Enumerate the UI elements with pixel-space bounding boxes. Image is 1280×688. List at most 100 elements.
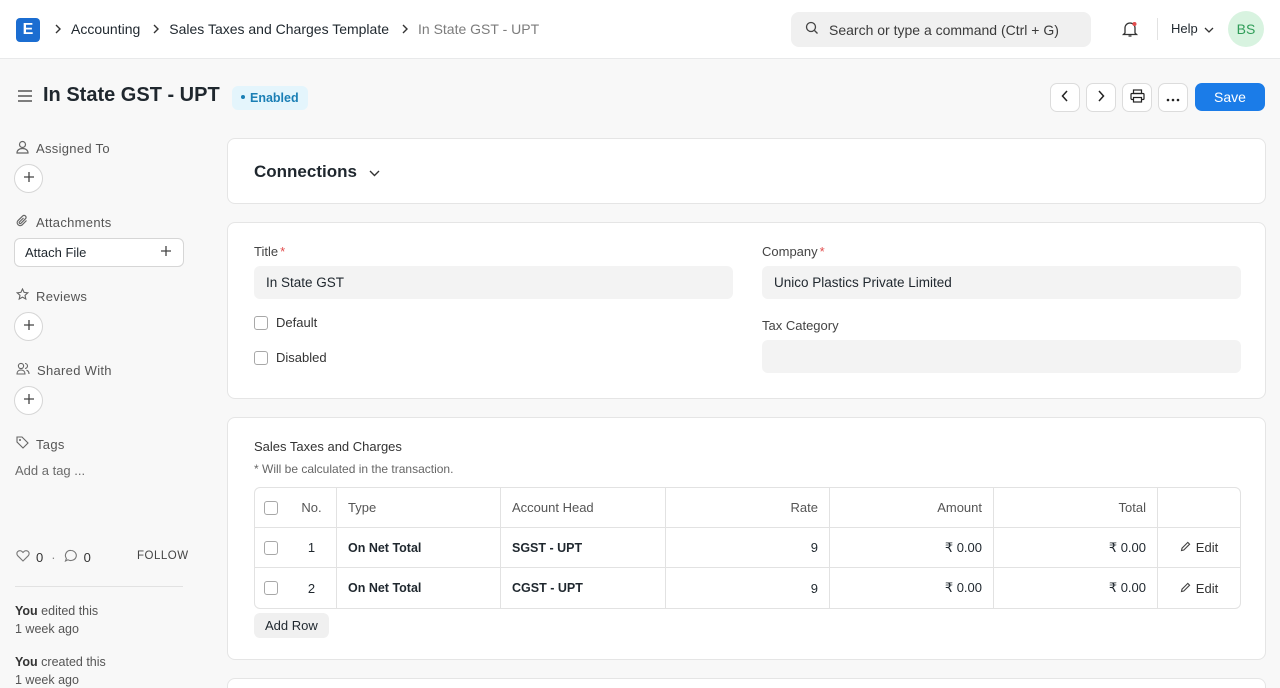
breadcrumb-accounting[interactable]: Accounting <box>71 21 140 37</box>
separator-dot: · <box>51 549 56 565</box>
comments-count: 0 <box>83 549 91 565</box>
taxes-card: Sales Taxes and Charges * Will be calcul… <box>227 417 1266 660</box>
table-header-row: No. Type Account Head Rate Amount Total <box>255 488 1240 528</box>
search-placeholder: Search or type a command (Ctrl + G) <box>829 21 1059 38</box>
printer-icon <box>1129 89 1145 106</box>
disabled-checkbox-box[interactable] <box>254 350 268 365</box>
add-review-button[interactable] <box>14 312 43 341</box>
search-icon <box>805 21 819 38</box>
notification-bell-icon[interactable] <box>1121 20 1139 41</box>
chevron-right-icon <box>54 24 62 34</box>
avatar[interactable]: BS <box>1228 11 1264 47</box>
save-button[interactable]: Save <box>1195 83 1265 111</box>
navbar: E Accounting Sales Taxes and Charges Tem… <box>0 0 1280 59</box>
title-field[interactable]: In State GST <box>254 266 733 299</box>
row-account-head[interactable]: SGST - UPT <box>501 528 666 567</box>
chevron-down-icon <box>1198 21 1214 36</box>
table-row[interactable]: 2 On Net Total CGST - UPT 9 ₹ 0.00 ₹ 0.0… <box>255 568 1240 608</box>
pencil-icon <box>1180 581 1196 596</box>
activity-user: You <box>15 655 38 669</box>
app-logo[interactable]: E <box>16 18 40 42</box>
more-actions-button[interactable] <box>1158 83 1188 112</box>
company-field[interactable]: Unico Plastics Private Limited <box>762 266 1241 299</box>
attach-file-label: Attach File <box>25 245 87 260</box>
details-card: Title * In State GST Default Disabled Com… <box>227 222 1266 399</box>
row-no: 1 <box>287 528 337 567</box>
row-edit-label: Edit <box>1195 540 1219 555</box>
attach-file-button[interactable]: Attach File <box>14 238 184 267</box>
row-amount[interactable]: ₹ 0.00 <box>830 568 994 608</box>
search-input[interactable]: Search or type a command (Ctrl + G) <box>791 12 1091 47</box>
chevron-right-icon <box>401 24 409 34</box>
disabled-checkbox[interactable]: Disabled <box>254 350 327 365</box>
title-field-label: Title * <box>254 244 286 259</box>
activity-user: You <box>15 604 38 618</box>
connections-title: Connections <box>254 162 357 181</box>
status-badge: Enabled <box>232 86 308 110</box>
row-rate[interactable]: 9 <box>666 528 830 567</box>
add-row-button[interactable]: Add Row <box>254 613 329 638</box>
chevron-right-icon <box>1097 90 1105 105</box>
help-dropdown[interactable]: Help <box>1171 21 1214 36</box>
row-edit-button[interactable]: Edit <box>1180 581 1218 596</box>
print-button[interactable] <box>1122 83 1152 112</box>
heart-icon[interactable] <box>16 549 30 565</box>
row-checkbox[interactable] <box>264 540 278 555</box>
breadcrumb-template-list[interactable]: Sales Taxes and Charges Template <box>169 21 389 37</box>
row-select-cell <box>255 528 287 567</box>
tax-category-label: Tax Category <box>762 318 839 333</box>
connections-toggle[interactable]: Connections <box>254 162 380 182</box>
add-share-button[interactable] <box>14 386 43 415</box>
company-field-label: Company * <box>762 244 825 259</box>
row-total[interactable]: ₹ 0.00 <box>994 568 1158 608</box>
row-type[interactable]: On Net Total <box>337 528 501 567</box>
row-edit-label: Edit <box>1195 580 1219 596</box>
row-select-cell <box>255 568 287 608</box>
attachments-section: Attachments <box>16 214 112 231</box>
select-all-checkbox[interactable] <box>264 500 278 515</box>
tag-icon <box>16 436 36 452</box>
activity-action: created this <box>41 655 106 669</box>
taxes-table-title: Sales Taxes and Charges <box>254 439 402 454</box>
activity-time: 1 week ago <box>15 622 79 636</box>
next-record-button[interactable] <box>1086 83 1116 112</box>
previous-record-button[interactable] <box>1050 83 1080 112</box>
column-header-amount: Amount <box>830 488 994 527</box>
sidebar-toggle-icon[interactable] <box>17 89 33 106</box>
user-icon <box>16 140 36 157</box>
users-icon <box>16 362 37 378</box>
row-rate[interactable]: 9 <box>666 568 830 608</box>
row-amount[interactable]: ₹ 0.00 <box>830 528 994 567</box>
tax-category-field[interactable] <box>762 340 1241 373</box>
like-comment-counts: 0 · 0 <box>16 549 91 565</box>
row-type[interactable]: On Net Total <box>337 568 501 608</box>
navbar-divider <box>1157 18 1158 40</box>
disabled-checkbox-label: Disabled <box>276 350 327 365</box>
taxes-table-note: * Will be calculated in the transaction. <box>254 462 454 476</box>
plus-icon <box>23 171 35 186</box>
star-icon <box>15 287 36 304</box>
shared-with-label: Shared With <box>37 362 112 378</box>
likes-count: 0 <box>36 549 44 565</box>
column-header-actions <box>1158 488 1240 527</box>
assigned-to-label: Assigned To <box>36 141 110 156</box>
plus-icon <box>23 393 35 408</box>
column-header-total: Total <box>994 488 1158 527</box>
add-assignee-button[interactable] <box>14 164 43 193</box>
add-tag-link[interactable]: Add a tag ... <box>15 463 85 478</box>
breadcrumb-current[interactable]: In State GST - UPT <box>418 21 539 37</box>
page-title: In State GST - UPT <box>43 84 220 106</box>
row-account-head[interactable]: CGST - UPT <box>501 568 666 608</box>
row-actions-cell: Edit <box>1158 568 1240 608</box>
comment-icon[interactable] <box>64 549 78 565</box>
row-edit-button[interactable]: Edit <box>1180 540 1218 555</box>
default-checkbox-label: Default <box>276 315 318 330</box>
help-label: Help <box>1171 21 1198 36</box>
sidebar-divider <box>15 586 183 587</box>
row-total[interactable]: ₹ 0.00 <box>994 528 1158 567</box>
default-checkbox[interactable]: Default <box>254 315 317 330</box>
follow-button[interactable]: FOLLOW <box>137 550 189 562</box>
row-checkbox[interactable] <box>264 581 278 595</box>
default-checkbox-box[interactable] <box>254 315 268 330</box>
table-row[interactable]: 1 On Net Total SGST - UPT 9 ₹ 0.00 ₹ 0.0… <box>255 528 1240 568</box>
